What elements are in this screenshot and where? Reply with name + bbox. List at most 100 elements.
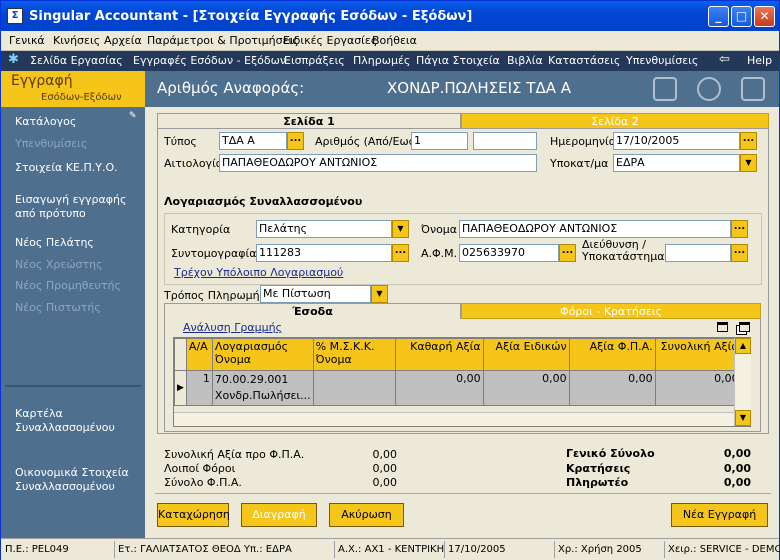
afm-lookup-button[interactable]: ...: [559, 244, 576, 262]
col-mskk[interactable]: % Μ.Σ.Κ.Κ. Όνομα: [312, 338, 396, 371]
pin-icon[interactable]: ✎: [129, 111, 141, 121]
col-account[interactable]: Λογαριασμός Όνομα: [211, 338, 314, 371]
row-pointer-icon: ▶: [174, 370, 187, 406]
tab-taxes[interactable]: Φόροι - Κρατήσεις: [461, 303, 761, 319]
abbreviation-field[interactable]: 111283: [256, 244, 392, 262]
date-picker-button[interactable]: ...: [740, 132, 757, 150]
menu-files[interactable]: Αρχεία: [104, 34, 142, 47]
scroll-up-icon[interactable]: ▲: [735, 338, 751, 354]
type-lookup-button[interactable]: ...: [287, 132, 304, 150]
tab-income[interactable]: Έσοδα: [164, 303, 461, 319]
col-aa[interactable]: Α/Α: [185, 338, 213, 371]
col-vat-value[interactable]: Αξία Φ.Π.Α.: [568, 338, 656, 371]
cell-net-value[interactable]: 0,00: [394, 370, 484, 406]
name-lookup-button[interactable]: ...: [731, 220, 748, 238]
delete-button[interactable]: Διαγραφή: [241, 503, 317, 527]
maximize-button[interactable]: □: [731, 6, 752, 27]
abbreviation-lookup-button[interactable]: ...: [392, 244, 409, 262]
afm-field[interactable]: 025633970: [459, 244, 559, 262]
sidebar-item-kepyo[interactable]: Στοιχεία ΚΕ.Π.Υ.Ο.: [15, 161, 118, 175]
ledger-icon[interactable]: Σ: [7, 8, 23, 24]
document-icon[interactable]: [741, 77, 765, 101]
status-divider: [664, 541, 665, 558]
tab-page-2[interactable]: Σελίδα 2: [461, 113, 769, 129]
maximize-grid-icon[interactable]: [717, 322, 728, 332]
scroll-down-icon[interactable]: ▼: [735, 410, 751, 426]
menu-parameters[interactable]: Παράμετροι & Προτιμήσεις: [147, 34, 299, 47]
refresh-icon[interactable]: [697, 77, 721, 101]
current-balance-link[interactable]: Τρέχον Υπόλοιπο Λογαριασμού: [174, 266, 343, 279]
address-lookup-button[interactable]: ...: [731, 244, 748, 262]
sidebar-divider: [5, 385, 141, 387]
col-net-value[interactable]: Καθαρή Αξία: [394, 338, 484, 371]
nav-workpage[interactable]: Σελίδα Εργασίας: [30, 54, 123, 67]
menu-movements[interactable]: Κινήσεις: [53, 34, 100, 47]
cell-mskk[interactable]: [312, 370, 396, 406]
payment-method-select[interactable]: Με Πίστωση: [260, 285, 371, 303]
date-field[interactable]: 17/10/2005: [613, 132, 740, 150]
col-special-value[interactable]: Αξία Ειδικών: [482, 338, 570, 371]
title-bar[interactable]: Σ Singular Accountant - [Στοιχεία Εγγραφ…: [1, 1, 779, 31]
status-divider: [334, 541, 335, 558]
network-icon[interactable]: [653, 77, 677, 101]
line-analysis-link[interactable]: Ανάλυση Γραμμής: [183, 321, 282, 334]
cell-aa[interactable]: 1: [185, 370, 213, 406]
chevron-down-icon[interactable]: ▼: [740, 154, 757, 172]
chevron-down-icon[interactable]: ▼: [371, 285, 388, 303]
date-label: Ημερομηνία: [550, 135, 617, 148]
star-icon: ✱: [8, 52, 19, 67]
status-year: Χρ.: Χρήση 2005: [558, 544, 642, 555]
sidebar-item-new-customer[interactable]: Νέος Πελάτης: [15, 236, 94, 250]
branch-select[interactable]: ΕΔΡΑ: [613, 154, 740, 172]
nav-payments[interactable]: Πληρωμές: [353, 54, 410, 67]
nav-reports[interactable]: Καταστάσεις: [548, 54, 620, 67]
nav-income-expense[interactable]: Εγγραφές Εσόδων - Εξόδων: [133, 54, 286, 67]
nav-books[interactable]: Βιβλία: [507, 54, 543, 67]
address-field[interactable]: [665, 244, 731, 262]
abbreviation-label: Συντομογραφία: [171, 247, 257, 260]
chevron-down-icon[interactable]: ▼: [392, 220, 409, 238]
sidebar-item-account-card[interactable]: Καρτέλα Συναλλασσομένου: [15, 407, 141, 435]
reason-field[interactable]: ΠΑΠΑΘΕΟΔΩΡΟΥ ΑΝΤΩΝΙΟΣ: [219, 154, 537, 172]
category-select[interactable]: Πελάτης: [256, 220, 392, 238]
sidebar-header-subtitle: Εσόδων-Εξόδων: [41, 92, 122, 103]
save-button[interactable]: Καταχώρηση: [157, 503, 230, 527]
nav-reminders[interactable]: Υπενθυμίσεις: [626, 54, 698, 67]
horizontal-scrollbar[interactable]: [174, 412, 734, 426]
withholdings-label: Κρατήσεις: [566, 462, 631, 475]
reference-label: Αριθμός Αναφοράς:: [157, 79, 305, 97]
tab-page-1[interactable]: Σελίδα 1: [157, 113, 461, 129]
minimize-button[interactable]: _: [708, 6, 729, 27]
close-button[interactable]: ✕: [754, 6, 775, 27]
status-date: 17/10/2005: [448, 544, 506, 555]
back-arrow-icon[interactable]: ⇦: [719, 52, 730, 67]
cancel-button[interactable]: Ακύρωση: [329, 503, 404, 527]
account-section-title: Λογαριασμός Συναλλασσομένου: [164, 195, 363, 208]
table-row[interactable]: ▶ 1 70.00.29.001 Χονδρ.Πωλήσει... 0,00 0…: [174, 370, 742, 406]
restore-grid-icon[interactable]: [739, 322, 750, 332]
menu-help[interactable]: Βοήθεια: [372, 34, 417, 47]
nav-receipts[interactable]: Εισπράξεις: [284, 54, 345, 67]
number-from-field[interactable]: 1: [411, 132, 468, 150]
new-entry-button[interactable]: Νέα Εγγραφή: [671, 503, 768, 527]
name-field[interactable]: ΠΑΠΑΘΕΟΔΩΡΟΥ ΑΝΤΩΝΙΟΣ: [459, 220, 731, 238]
menu-special-tasks[interactable]: Ειδικές Εργασίες: [283, 34, 377, 47]
col-total-value[interactable]: Συνολική Αξία: [654, 338, 742, 371]
number-to-field[interactable]: [473, 132, 537, 150]
nav-fixed-assets[interactable]: Πάγια Στοιχεία: [416, 54, 500, 67]
sidebar-item-catalog[interactable]: Κατάλογος: [15, 115, 76, 129]
cell-account-name: Χονδρ.Πωλήσει...: [214, 389, 311, 402]
cell-total-value[interactable]: 0,00: [654, 370, 742, 406]
cell-vat-value[interactable]: 0,00: [568, 370, 656, 406]
vertical-scrollbar[interactable]: ▲ ▼: [734, 338, 751, 426]
cell-special-value[interactable]: 0,00: [482, 370, 570, 406]
name-label: Όνομα: [421, 223, 458, 236]
nav-help[interactable]: Help: [747, 54, 772, 67]
sidebar-item-from-template[interactable]: Εισαγωγή εγγραφής από πρότυπο: [15, 193, 141, 221]
cell-account[interactable]: 70.00.29.001 Χονδρ.Πωλήσει...: [211, 370, 314, 406]
type-field[interactable]: ΤΔΑ Α: [219, 132, 287, 150]
sidebar-item-financials[interactable]: Οικονομικά Στοιχεία Συναλλασσομένου: [15, 466, 141, 494]
menu-general[interactable]: Γενικά: [9, 34, 45, 47]
payment-method-label: Τρόπος Πληρωμής: [164, 289, 267, 302]
payable-value: 0,00: [723, 476, 751, 489]
